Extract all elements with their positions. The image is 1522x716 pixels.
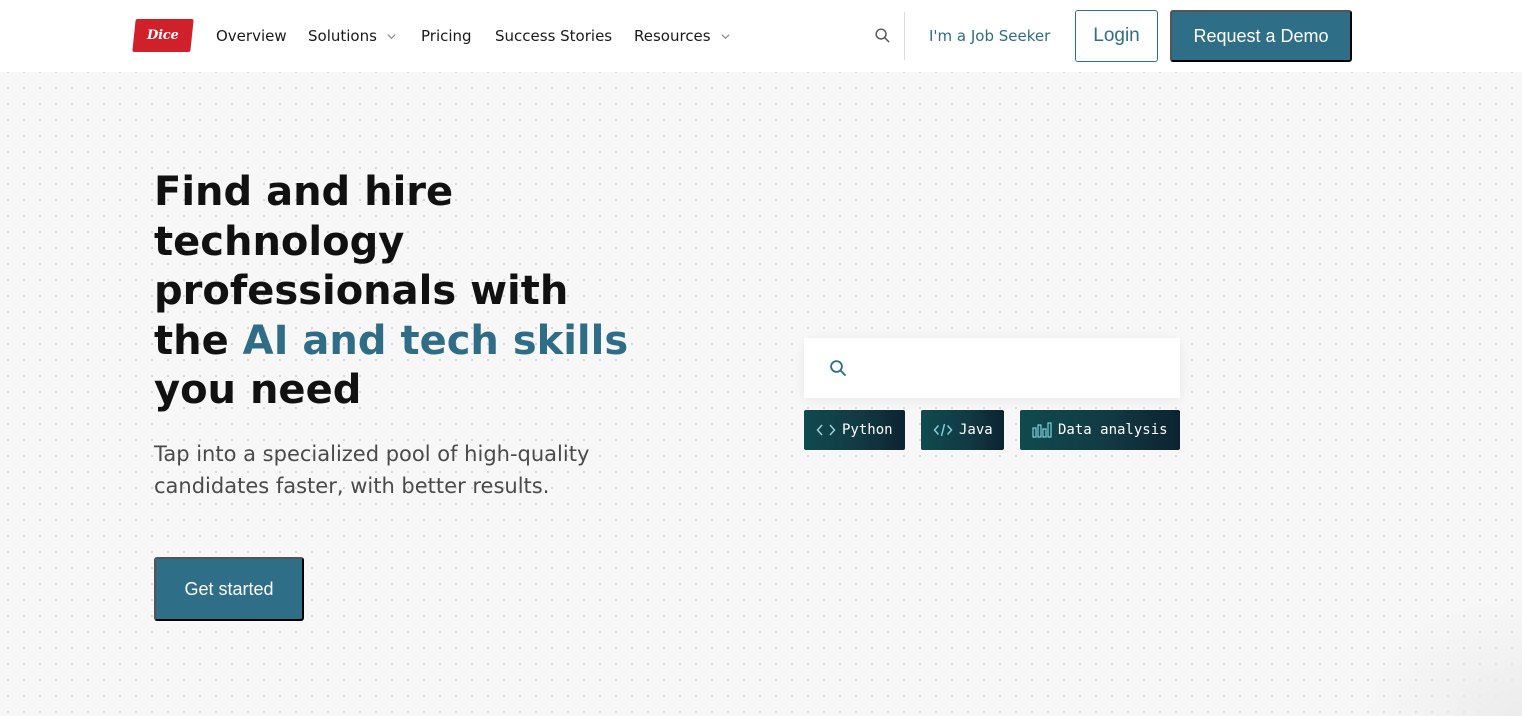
header-divider	[904, 12, 905, 60]
chevron-down-icon	[387, 33, 396, 39]
nav-item-resources[interactable]: Resources	[634, 25, 731, 47]
bar-chart-icon	[1032, 422, 1052, 438]
code-slash-icon	[933, 423, 953, 437]
hero-title: Find and hire technology professionals w…	[154, 168, 634, 416]
nav-item-label: Success Stories	[495, 27, 613, 45]
skill-chip-python[interactable]: Python	[804, 410, 905, 450]
background-decoration	[1362, 596, 1522, 716]
top-navigation-bar: Dice Overview Solutions Pricing Success …	[0, 0, 1522, 72]
hero-subtitle: Tap into a specialized pool of high-qual…	[154, 442, 590, 498]
nav-item-solutions[interactable]: Solutions	[308, 25, 397, 47]
skill-chip-java[interactable]: Java	[921, 410, 1004, 450]
chevron-down-icon	[721, 33, 730, 39]
nav-item-label: Solutions	[308, 27, 377, 45]
get-started-button[interactable]: Get started	[154, 557, 304, 621]
skill-search-box[interactable]	[804, 338, 1180, 398]
hero-title-line: professionals with	[154, 268, 569, 314]
dice-logo[interactable]: Dice	[132, 19, 194, 52]
hero-title-accent: AI and tech skills	[242, 317, 629, 364]
request-demo-button[interactable]: Request a Demo	[1170, 10, 1352, 62]
job-seeker-link[interactable]: I'm a Job Seeker	[929, 25, 1050, 47]
nav-item-pricing[interactable]: Pricing	[421, 25, 472, 47]
hero-title-prefix: the	[154, 317, 243, 364]
skill-chip-label: Data analysis	[1058, 422, 1168, 438]
nav-item-label: Pricing	[421, 27, 472, 45]
search-icon	[830, 360, 846, 376]
skill-chip-label: Java	[959, 422, 993, 438]
hero-title-line: you need	[154, 367, 362, 413]
login-button[interactable]: Login	[1075, 10, 1158, 62]
skill-chip-label: Python	[842, 422, 893, 438]
code-brackets-icon	[816, 424, 836, 436]
logo-text: Dice	[147, 28, 179, 43]
skill-chip-data-analysis[interactable]: Data analysis	[1020, 410, 1180, 450]
nav-item-label: Overview	[216, 27, 287, 45]
nav-item-label: Resources	[634, 27, 711, 45]
nav-item-success-stories[interactable]: Success Stories	[495, 25, 612, 47]
hero-title-line: Find and hire	[154, 169, 454, 215]
hero-title-line: technology	[154, 218, 405, 265]
hero-title-line: the AI and tech skills	[154, 317, 634, 367]
nav-item-overview[interactable]: Overview	[216, 25, 287, 47]
search-icon[interactable]	[874, 27, 891, 44]
